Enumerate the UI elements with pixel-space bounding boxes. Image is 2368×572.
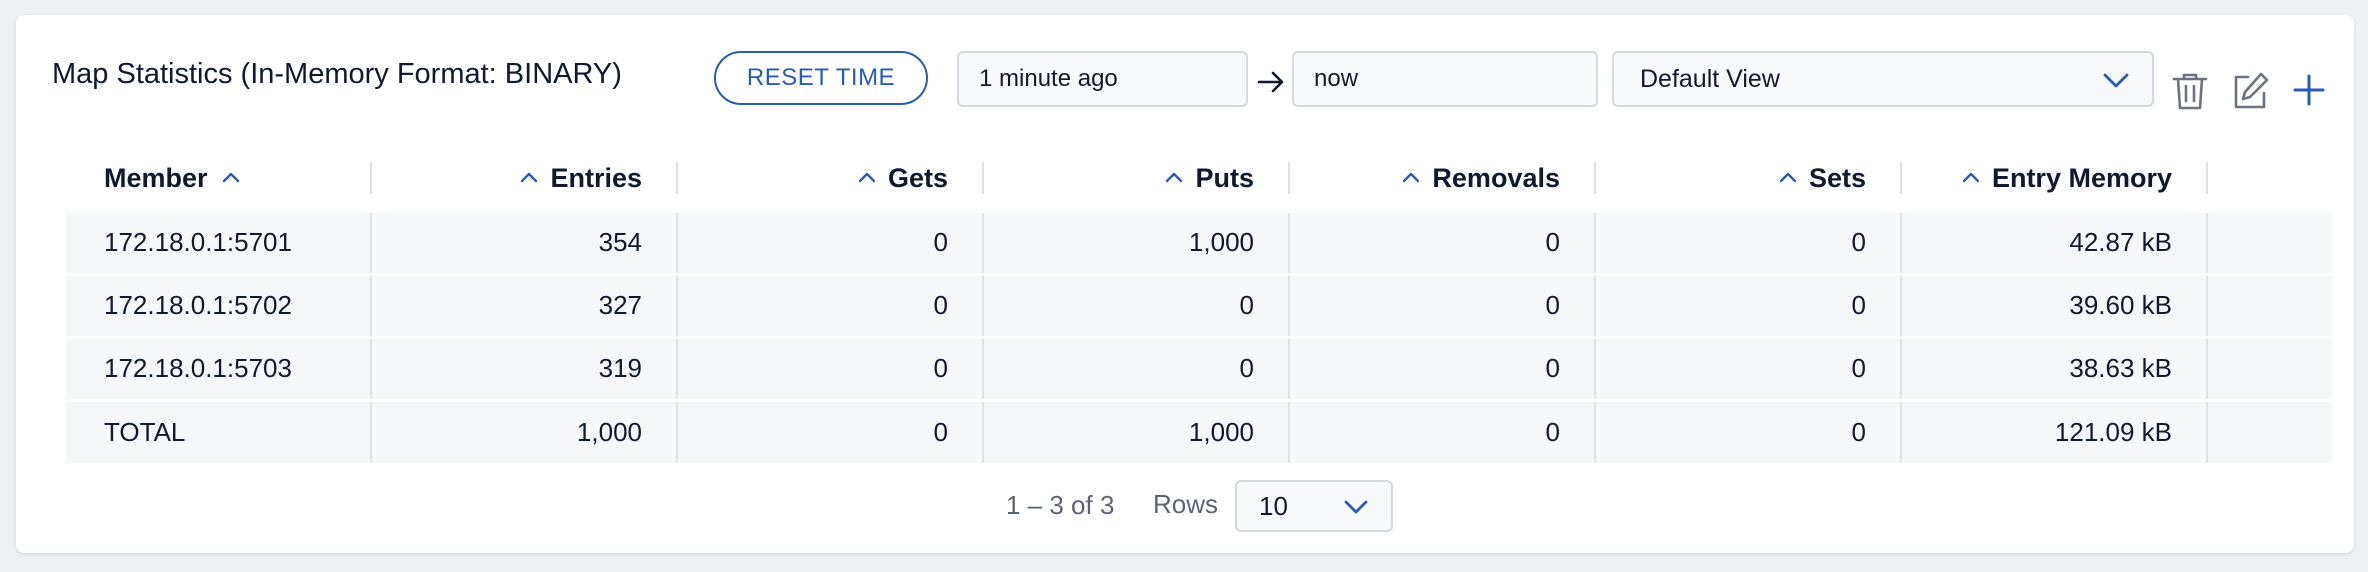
column-header-label: Member [104,163,208,193]
cell-spacer [2208,274,2332,337]
sort-ascending-icon [521,172,538,183]
cell-entry-memory: 42.87 kB [1902,211,2208,274]
cell-member: 172.18.0.1:5702 [66,274,372,337]
edit-icon[interactable] [2230,71,2270,111]
table-total-row: TOTAL 1,000 0 1,000 0 0 121.09 kB [66,400,2332,463]
arrow-right-icon [1257,71,1284,93]
cell-entries: 319 [372,337,678,400]
map-statistics-card: Map Statistics (In-Memory Format: BINARY… [16,15,2354,553]
column-header-member[interactable]: Member [66,148,372,211]
reset-time-button[interactable]: RESET TIME [714,51,928,105]
cell-entry-memory: 121.09 kB [1902,400,2208,463]
table-row: 172.18.0.1:5702 327 0 0 0 0 39.60 kB [66,274,2332,337]
cell-spacer [2208,211,2332,274]
view-select[interactable]: Default View [1612,51,2154,107]
cell-gets: 0 [678,211,984,274]
column-header-label: Entries [550,163,642,193]
cell-entry-memory: 39.60 kB [1902,274,2208,337]
column-header-sets[interactable]: Sets [1596,148,1902,211]
column-header-entries[interactable]: Entries [372,148,678,211]
cell-removals: 0 [1290,211,1596,274]
pagination-range: 1 – 3 of 3 [1006,490,1115,520]
column-header-removals[interactable]: Removals [1290,148,1596,211]
chevron-down-icon [2103,73,2129,88]
cell-gets: 0 [678,274,984,337]
statistics-table: Member Entries Gets Puts Removals Sets E… [66,148,2332,463]
column-header-label: Removals [1432,163,1560,193]
cell-removals: 0 [1290,274,1596,337]
cell-member: 172.18.0.1:5703 [66,337,372,400]
column-header-label: Sets [1808,163,1866,193]
cell-puts: 1,000 [984,211,1290,274]
column-header-puts[interactable]: Puts [984,148,1290,211]
column-header-spacer [2208,148,2332,211]
plus-icon[interactable] [2292,73,2326,107]
cell-entries: 354 [372,211,678,274]
sort-ascending-icon [858,172,876,183]
time-from-input[interactable] [957,51,1248,107]
cell-removals: 0 [1290,337,1596,400]
cell-member: TOTAL [66,400,372,463]
cell-entries: 1,000 [372,400,678,463]
column-header-label: Gets [887,163,948,193]
cell-sets: 0 [1596,400,1902,463]
chevron-down-icon [1344,500,1368,514]
cell-puts: 0 [984,274,1290,337]
cell-puts: 0 [984,337,1290,400]
cell-member: 172.18.0.1:5701 [66,211,372,274]
column-header-gets[interactable]: Gets [678,148,984,211]
trash-icon[interactable] [2172,71,2208,111]
cell-gets: 0 [678,400,984,463]
column-header-label: Puts [1195,163,1254,193]
sort-ascending-icon [1962,172,1980,183]
column-header-entry-memory[interactable]: Entry Memory [1902,148,2208,211]
table-row: 172.18.0.1:5701 354 0 1,000 0 0 42.87 kB [66,211,2332,274]
cell-entries: 327 [372,274,678,337]
sort-ascending-icon [1403,172,1420,183]
cell-sets: 0 [1596,337,1902,400]
rows-per-page-label: Rows [1153,489,1219,519]
column-header-label: Entry Memory [1991,163,2172,193]
cell-removals: 0 [1290,400,1596,463]
time-to-input[interactable] [1292,51,1598,107]
table-header-row: Member Entries Gets Puts Removals Sets E… [66,148,2332,211]
rows-per-page-value: 10 [1259,490,1288,521]
sort-ascending-icon [1166,172,1183,183]
cell-spacer [2208,337,2332,400]
card-title: Map Statistics (In-Memory Format: BINARY… [52,58,622,90]
cell-sets: 0 [1596,274,1902,337]
cell-gets: 0 [678,337,984,400]
cell-spacer [2208,400,2332,463]
view-select-value: Default View [1640,64,1780,93]
cell-puts: 1,000 [984,400,1290,463]
table-row: 172.18.0.1:5703 319 0 0 0 0 38.63 kB [66,337,2332,400]
cell-entry-memory: 38.63 kB [1902,337,2208,400]
cell-sets: 0 [1596,211,1902,274]
rows-per-page-select[interactable]: 10 [1235,480,1393,532]
sort-ascending-icon [222,172,239,183]
sort-ascending-icon [1779,172,1797,183]
